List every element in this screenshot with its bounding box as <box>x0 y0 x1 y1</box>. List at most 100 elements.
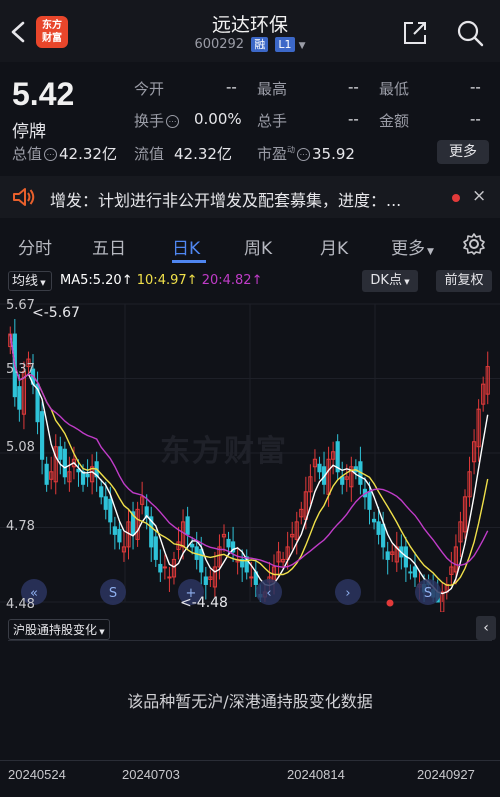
low-label: 最低 <box>379 80 410 98</box>
amount-label: 金额 <box>379 112 410 130</box>
stock-code: 600292 <box>194 37 245 52</box>
float-value-row: 流值 42.32亿 <box>134 145 232 163</box>
signal-dot <box>386 599 394 607</box>
ma20-label: 20:4.82 <box>201 273 252 288</box>
turnover-value: 0.00% <box>194 110 242 128</box>
info-icon[interactable]: ⋯ <box>166 115 180 128</box>
candle-body <box>371 518 377 523</box>
tab-daily-k[interactable]: 日K <box>172 234 200 259</box>
candle-body <box>412 566 418 578</box>
tab-monthly-k[interactable]: 月K <box>320 234 348 259</box>
search-icon[interactable] <box>456 19 484 47</box>
adjust-select[interactable]: 前复权 <box>436 270 492 292</box>
watermark: 东方财富 <box>160 434 288 469</box>
unread-dot <box>452 194 460 202</box>
collapse-button[interactable]: ‹ <box>476 616 496 640</box>
current-price: 5.42 <box>12 76 75 112</box>
notice-text[interactable]: 增发：计划进行非公开增发及配套募集，进度：... <box>50 187 420 211</box>
pe-row[interactable]: 市盈动 ⋯ 35.92 <box>257 143 355 164</box>
total-value-row: 总值 ⋯ 42.32亿 <box>12 145 117 163</box>
turnover-label[interactable]: 换手 ⋯ <box>134 110 181 131</box>
candle-body <box>340 476 345 485</box>
y-tick-label: 5.08 <box>6 440 35 455</box>
candle-body <box>117 528 122 543</box>
open-value: -- <box>226 78 237 96</box>
close-icon[interactable]: × <box>472 186 486 206</box>
x-tick-label: 20240524 <box>8 767 66 782</box>
y-tick-label: 5.37 <box>6 362 35 377</box>
candle-body <box>385 551 390 560</box>
info-icon[interactable]: ⋯ <box>44 148 58 161</box>
candle-body <box>17 386 22 410</box>
candle-body <box>85 473 90 478</box>
ma-select[interactable]: 均线 ▼ <box>8 271 52 291</box>
total-value: 42.32亿 <box>59 145 117 163</box>
ma-legend: MA5:5.20↑ 10:4.97↑ 20:4.82↑ <box>60 273 263 288</box>
candle-body <box>62 448 67 478</box>
active-tab-indicator <box>172 260 206 263</box>
margin-tag: 融 <box>251 37 269 52</box>
ma10-label: 10:4.97 <box>136 273 187 288</box>
tab-five-day[interactable]: 五日 <box>92 234 126 259</box>
candle-body <box>376 521 381 535</box>
float-value: 42.32亿 <box>174 145 232 163</box>
ma5-label: MA5:5.20 <box>60 273 122 288</box>
tab-weekly-k[interactable]: 周K <box>244 234 272 259</box>
info-icon[interactable]: ⋯ <box>297 148 311 161</box>
candle-body <box>158 563 163 573</box>
high-value: -- <box>348 78 359 96</box>
high-label: 最高 <box>257 80 288 98</box>
open-label: 今开 <box>134 80 165 98</box>
candle-body <box>203 576 208 585</box>
chart-nav-icon: S <box>109 586 117 601</box>
x-tick-label: 20240703 <box>122 767 180 782</box>
sub-indicator-select[interactable]: 沪股通持股变化 ▼ <box>8 619 110 640</box>
candle-body <box>185 516 190 535</box>
candle-body <box>167 576 172 579</box>
triangle-down-icon: ▼ <box>427 247 434 257</box>
candle-body <box>58 446 63 460</box>
candle-body <box>103 496 108 510</box>
x-tick-label: 20240814 <box>287 767 345 782</box>
y-tick-label: 4.78 <box>6 519 35 534</box>
y-tick-label: 5.67 <box>6 298 35 313</box>
candle-body <box>80 471 86 485</box>
chart-nav-icon: › <box>345 586 350 601</box>
amount-value: -- <box>470 110 481 128</box>
more-quote-button[interactable]: 更多 <box>437 140 489 164</box>
low-marker: <-4.48 <box>180 595 228 611</box>
speaker-icon <box>13 188 35 206</box>
candle-body <box>367 491 372 510</box>
x-tick-label: 20240927 <box>417 767 475 782</box>
tab-minute[interactable]: 分时 <box>18 234 52 259</box>
level-tag: L1 <box>275 37 295 52</box>
candle-body <box>112 526 117 535</box>
no-data-message: 该品种暂无沪/深港通持股变化数据 <box>127 692 373 711</box>
y-tick-label: 4.48 <box>6 597 35 612</box>
chart-nav-icon: S <box>424 586 432 601</box>
high-marker: <-5.67 <box>32 305 80 321</box>
candle-body <box>190 543 195 548</box>
candle-body <box>381 523 386 548</box>
tab-more[interactable]: 更多 ▼ <box>391 234 434 259</box>
dk-point-select[interactable]: DK点 ▼ <box>362 270 418 292</box>
candle-body <box>317 463 322 473</box>
candle-body <box>162 566 167 569</box>
volume-label: 总手 <box>257 112 288 130</box>
candle-body <box>408 571 413 574</box>
pe-value: 35.92 <box>312 145 355 163</box>
candle-body <box>44 463 49 485</box>
volume-value: -- <box>348 110 359 128</box>
share-icon[interactable] <box>402 20 428 46</box>
candle-body <box>153 536 158 560</box>
chart-nav-icon: ‹ <box>266 586 271 601</box>
candle-body <box>249 576 254 579</box>
candle-body <box>199 548 204 573</box>
chevron-down-icon: ▼ <box>298 41 306 51</box>
gear-icon[interactable] <box>462 232 486 256</box>
candle-body <box>226 538 231 548</box>
candle-body <box>108 498 113 523</box>
candle-body <box>40 411 45 460</box>
trading-status: 停牌 <box>12 122 46 142</box>
low-value: -- <box>470 78 481 96</box>
